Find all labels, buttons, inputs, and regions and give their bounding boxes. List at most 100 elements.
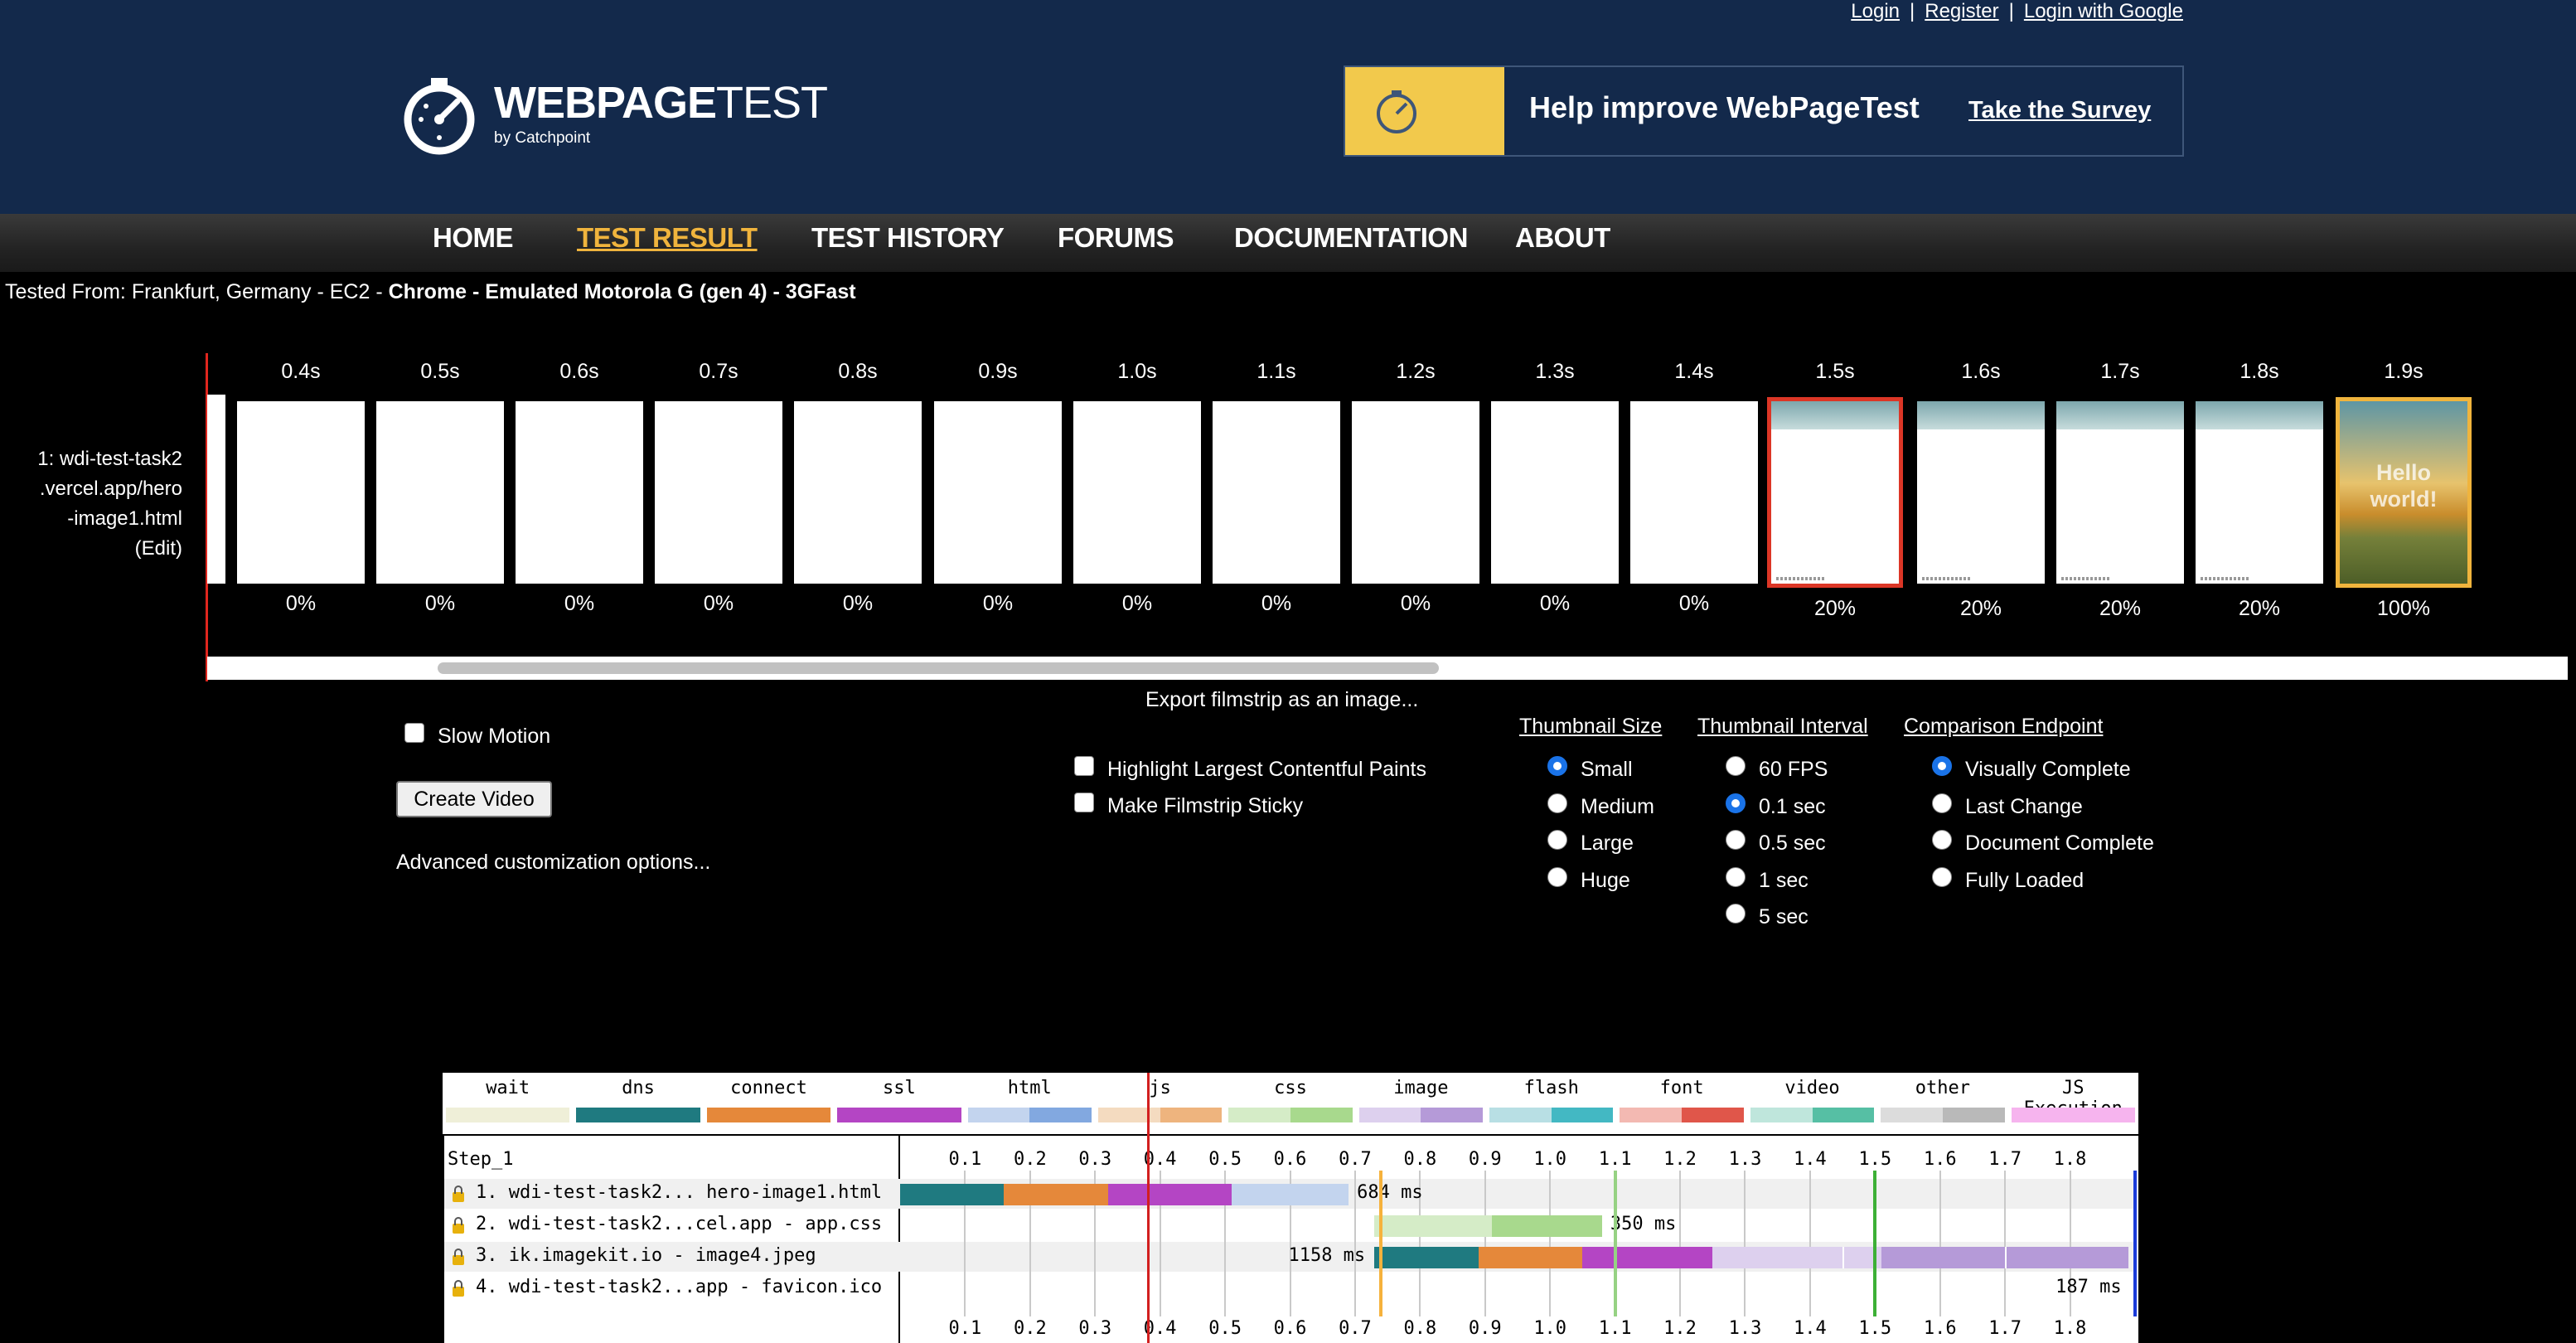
thumbnail-size-radio[interactable] [1547,756,1567,776]
thumbnail-interval-radio[interactable] [1726,904,1746,924]
take-survey-link[interactable]: Take the Survey [1968,97,2151,124]
nav-home[interactable]: HOME [433,222,514,254]
visual-progress-label: 0% [703,592,734,615]
legend-swatch-dark [1682,1108,1744,1122]
request-label[interactable]: 4. wdi-test-task2...app - favicon.ico [476,1277,882,1297]
filmstrip-scrollbar[interactable] [207,657,2568,680]
nav-documentation[interactable]: DOCUMENTATION [1234,222,1468,254]
edit-link[interactable]: (Edit) [0,534,182,564]
legend-video: video [1747,1078,1877,1124]
logo-wordmark: WEBPAGETEST [494,78,828,128]
thumbnail-size-radio[interactable] [1547,793,1567,813]
thumbnail-size-radio[interactable] [1547,866,1567,887]
legend-label: js [1149,1078,1171,1098]
waterfall-divider [898,1134,900,1343]
legend-swatch-dark [638,1108,700,1122]
advanced-options-link[interactable]: Advanced customization options... [396,851,710,875]
visual-progress-label: 0% [842,592,874,615]
legend-image: image [1356,1078,1486,1124]
highlight-lcp-checkbox[interactable] [1074,756,1094,776]
filmstrip-thumbnail[interactable]: Hello world! [2336,397,2472,588]
thumbnail-interval-radio[interactable] [1726,793,1746,813]
filmstrip-thumbnail[interactable] [1767,397,1903,588]
filmstrip-thumbnail[interactable] [237,401,365,584]
filmstrip-thumbnail[interactable] [376,401,504,584]
legend-wait: wait [443,1078,573,1124]
filmstrip-thumbnail[interactable] [1213,401,1340,584]
slow-motion-label: Slow Motion [438,725,551,748]
register-link[interactable]: Register [1925,0,1998,22]
filmstrip-thumbnail[interactable] [2056,401,2184,584]
axis-tick-bottom: 0.6 [1273,1318,1307,1339]
request-connect-segment [1478,1247,1583,1268]
thumbnail-size-heading: Thumbnail Size [1519,715,1663,738]
comparison-endpoint-radio[interactable] [1932,866,1952,887]
separator: | [2008,0,2014,22]
comparison-endpoint-radio[interactable] [1932,756,1952,776]
grid-line [1549,1171,1552,1316]
page-text-placeholder [1776,577,1826,580]
request-ssl-segment [1582,1247,1713,1268]
thumbnail-interval-option-label: 5 sec [1759,905,1809,928]
legend-swatch-light [2011,1108,2074,1122]
axis-tick-bottom: 0.5 [1208,1318,1242,1339]
frame-time-label: 0.9s [978,360,1018,383]
page-text-placeholder [2201,577,2250,580]
filmstrip-thumbnail[interactable] [934,401,1062,584]
webpagetest-logo[interactable]: WEBPAGETEST by Catchpoint [401,76,828,162]
axis-tick-bottom: 0.2 [1013,1318,1047,1339]
request-label[interactable]: 3. ik.imagekit.io - image4.jpeg [476,1245,816,1266]
legend-swatch-light [706,1108,769,1122]
sticky-filmstrip-checkbox[interactable] [1074,793,1094,812]
nav-about[interactable]: ABOUT [1515,222,1610,254]
filmstrip-thumbnail[interactable] [794,401,922,584]
frame-time-label: 0.8s [838,360,878,383]
export-filmstrip-link[interactable]: Export filmstrip as an image... [1145,688,1418,712]
comparison-endpoint-radio[interactable] [1932,830,1952,850]
filmstrip-thumbnail[interactable] [1491,401,1619,584]
login-google-link[interactable]: Login with Google [2024,0,2183,22]
request-label[interactable]: 2. wdi-test-task2...cel.app - app.css [476,1214,882,1234]
survey-banner[interactable]: Help improve WebPageTest Take the Survey [1344,65,2184,157]
filmstrip-thumbnail[interactable] [2196,401,2323,584]
filmstrip-thumbnail[interactable] [1352,401,1479,584]
nav-test-history[interactable]: TEST HISTORY [811,222,1005,254]
filmstrip-partial-frame [207,395,225,584]
time-cursor-line [1146,1073,1150,1343]
grid-line [1809,1171,1811,1316]
axis-tick-top: 0.4 [1143,1149,1177,1170]
thumbnail-interval-radio[interactable] [1726,756,1746,776]
filmstrip-thumbnail[interactable] [1917,401,2045,584]
slow-motion-checkbox[interactable] [404,723,424,743]
thumbnail-interval-radio[interactable] [1726,830,1746,850]
legend-font: font [1616,1078,1746,1124]
visual-progress-label: 0% [1539,592,1571,615]
nav-test-result[interactable]: TEST RESULT [577,222,758,254]
filmstrip-thumbnail[interactable] [655,401,782,584]
filmstrip-test-label[interactable]: 1: wdi-test-task2 .vercel.app/hero -imag… [0,444,182,564]
filmstrip-thumbnail[interactable] [1630,401,1758,584]
hero-image-strip [1917,401,2045,429]
filmstrip-thumbnail[interactable] [516,401,643,584]
frame-time-label: 1.7s [2100,360,2140,383]
login-link[interactable]: Login [1851,0,1900,22]
thumbnail-size-option-label: Huge [1581,868,1630,892]
create-video-button[interactable]: Create Video [396,781,552,817]
comparison-endpoint-heading: Comparison Endpoint [1904,715,2104,738]
frame-time-label: 0.4s [281,360,321,383]
request-label[interactable]: 1. wdi-test-task2... hero-image1.html [476,1182,882,1203]
comparison-endpoint-radio[interactable] [1932,793,1952,813]
visual-progress-label: 0% [1121,592,1153,615]
thumbnail-size-option-label: Large [1581,831,1634,855]
nav-forums[interactable]: FORUMS [1058,222,1174,254]
frame-time-label: 1.1s [1257,360,1296,383]
thumbnail-interval-option-label: 1 sec [1759,868,1809,892]
legend-label: image [1393,1078,1449,1098]
filmstrip-thumbnail[interactable] [1073,401,1201,584]
request-duration: 187 ms [2055,1277,2122,1297]
thumbnail-interval-radio[interactable] [1726,866,1746,887]
scrollbar-handle[interactable] [438,662,1439,674]
thumbnail-size-radio[interactable] [1547,830,1567,850]
legend-swatch-light [1097,1108,1160,1122]
frame-time-label: 0.5s [420,360,460,383]
